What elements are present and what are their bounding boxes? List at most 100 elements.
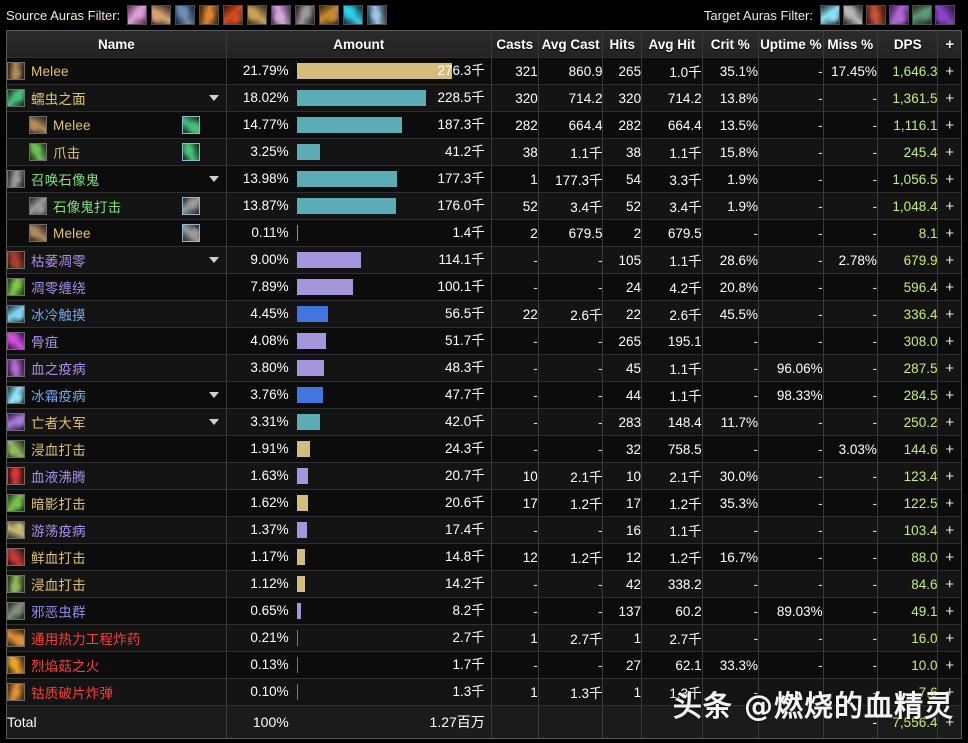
table-row[interactable]: 浸血打击 1.12% 14.2千 - -42 338.2- - -84.6 +: [7, 570, 961, 598]
aura-icon-cyan-claw[interactable]: [343, 5, 364, 25]
expand-plus-button[interactable]: +: [937, 624, 961, 652]
cell-name[interactable]: 烈焰菇之火: [7, 651, 227, 679]
table-row[interactable]: Melee 0.11% 1.4千 2 679.5 2 679.5- - -8.1 +: [7, 219, 961, 247]
table-row[interactable]: 浸血打击 1.91% 24.3千 - -32 758.5- -3.03% 144.6 +: [7, 435, 961, 463]
aura-icon-dark-armor[interactable]: [295, 5, 316, 25]
cell-name[interactable]: 游荡疫病: [7, 516, 227, 544]
aura-icon-flexed-arm[interactable]: [151, 5, 172, 25]
aura-icon-dark-wings[interactable]: [175, 5, 196, 25]
expand-plus-button[interactable]: +: [937, 462, 961, 490]
table-row[interactable]: 冰霜疫病 3.76% 47.7千 - -44 1.1千 -98.33% -284.5 +: [7, 381, 961, 409]
column-header-casts[interactable]: Casts: [491, 31, 539, 58]
column-header-miss[interactable]: Miss %: [823, 31, 878, 58]
cell-name[interactable]: 石像鬼打击: [7, 192, 227, 220]
chevron-down-icon[interactable]: [208, 257, 219, 263]
expand-plus-button[interactable]: +: [937, 597, 961, 625]
table-row[interactable]: 通用热力工程炸药 0.21% 2.7千 1 2.7千 1 2.7千 - - -16.0 +: [7, 624, 961, 652]
aura-icon-potion-flask[interactable]: [199, 5, 220, 25]
cell-name[interactable]: 召唤石像鬼: [7, 165, 227, 193]
table-row[interactable]: Melee 21.79% 276.3千 321 860.9 265 1.0千 35.1% -17…: [7, 57, 961, 85]
table-row[interactable]: 暗影打击 1.62% 20.6千 17 1.2千 17 1.2千 35.3% - -122.5 +: [7, 489, 961, 517]
table-row[interactable]: 钴质破片炸弹 0.10% 1.3千 1 1.3千 1 1.3千 - - -7.6 +: [7, 678, 961, 706]
chevron-down-icon[interactable]: [208, 176, 219, 182]
aura-icon-blue-wind[interactable]: [367, 5, 388, 25]
chevron-down-icon[interactable]: [208, 419, 219, 425]
table-row[interactable]: 冰冷触摸 4.45% 56.5千 22 2.6千 22 2.6千 45.5% - -336.4 +: [7, 300, 961, 328]
cell-name[interactable]: 枯萎凋零: [7, 246, 227, 274]
column-header-avg_cast[interactable]: Avg Cast: [538, 31, 604, 58]
table-row[interactable]: 鲜血打击 1.17% 14.8千 12 1.2千 12 1.2千 16.7% - -88.0 +: [7, 543, 961, 571]
cell-name[interactable]: 浸血打击: [7, 435, 227, 463]
cell-name[interactable]: 冰霜疫病: [7, 381, 227, 409]
cell-name[interactable]: 暗影打击: [7, 489, 227, 517]
column-header-avg_hit[interactable]: Avg Hit: [641, 31, 703, 58]
expand-plus-button[interactable]: +: [937, 543, 961, 571]
table-row[interactable]: 烈焰菇之火 0.13% 1.7千 - -27 62.1 33.3% - -10.0 +: [7, 651, 961, 679]
expand-plus-button[interactable]: +: [937, 570, 961, 598]
aura-icon-bronze-drum[interactable]: [247, 5, 268, 25]
expand-plus-button[interactable]: +: [937, 192, 961, 220]
table-row[interactable]: 血之疫病 3.80% 48.3千 - -45 1.1千 -96.06% -287.5 +: [7, 354, 961, 382]
column-header-amount[interactable]: Amount: [226, 31, 492, 58]
expand-plus-button[interactable]: +: [937, 408, 961, 436]
table-row[interactable]: 亡者大军 3.31% 42.0千 - -283 148.4 11.7% - -250.2 +: [7, 408, 961, 436]
cell-name[interactable]: 骨疽: [7, 327, 227, 355]
cell-name[interactable]: 凋零缠绕: [7, 273, 227, 301]
aura-icon-purple-arm[interactable]: [889, 5, 909, 25]
cell-name[interactable]: 爪击: [7, 138, 227, 166]
table-row[interactable]: 蠕虫之面 18.02% 228.5千 320 714.2 320 714.2 13.8% - -1…: [7, 84, 961, 112]
column-header-crit[interactable]: Crit %: [702, 31, 759, 58]
table-row[interactable]: 凋零缠绕 7.89% 100.1千 - -24 4.2千 20.8% - -596.4 +: [7, 273, 961, 301]
table-row[interactable]: 游荡疫病 1.37% 17.4千 - -16 1.1千 - - -103.4 +: [7, 516, 961, 544]
table-row[interactable]: 邪恶虫群 0.65% 8.2千 - -137 60.2-89.03% -49.1 +: [7, 597, 961, 625]
aura-icon-golden-eye[interactable]: [319, 5, 340, 25]
column-header-plus[interactable]: +: [937, 31, 961, 58]
expand-plus-button[interactable]: +: [937, 165, 961, 193]
chevron-down-icon[interactable]: [208, 392, 219, 398]
cell-name[interactable]: 浸血打击: [7, 570, 227, 598]
expand-plus-button[interactable]: +: [937, 111, 961, 139]
aura-icon-frost-crystal[interactable]: [820, 5, 840, 25]
aura-icon-green-beetle[interactable]: [912, 5, 932, 25]
expand-plus-button[interactable]: +: [937, 516, 961, 544]
expand-plus-button[interactable]: +: [937, 219, 961, 247]
cell-name[interactable]: 通用热力工程炸药: [7, 624, 227, 652]
cell-name[interactable]: 血之疫病: [7, 354, 227, 382]
table-row[interactable]: Melee 14.77% 187.3千 282 664.4 282 664.4 13.5% - -…: [7, 111, 961, 139]
expand-plus-button[interactable]: +: [937, 678, 961, 706]
expand-plus-button[interactable]: +: [937, 138, 961, 166]
cell-name[interactable]: 邪恶虫群: [7, 597, 227, 625]
table-row[interactable]: 骨疽 4.08% 51.7千 - -265 195.1- - -308.0 +: [7, 327, 961, 355]
column-header-uptime[interactable]: Uptime %: [758, 31, 824, 58]
total-expand-plus-button[interactable]: +: [937, 705, 961, 738]
expand-plus-button[interactable]: +: [937, 354, 961, 382]
aura-icon-grey-hook[interactable]: [843, 5, 863, 25]
expand-plus-button[interactable]: +: [937, 327, 961, 355]
cell-name[interactable]: 蠕虫之面: [7, 84, 227, 112]
expand-plus-button[interactable]: +: [937, 300, 961, 328]
expand-plus-button[interactable]: +: [937, 57, 961, 85]
expand-plus-button[interactable]: +: [937, 381, 961, 409]
expand-plus-button[interactable]: +: [937, 84, 961, 112]
table-row[interactable]: 血液沸腾 1.63% 20.7千 10 2.1千 10 2.1千 30.0% - -123.4 +: [7, 462, 961, 490]
cell-name[interactable]: Melee: [7, 219, 227, 247]
column-header-dps[interactable]: DPS: [877, 31, 939, 58]
expand-plus-button[interactable]: +: [937, 651, 961, 679]
column-header-hits[interactable]: Hits: [602, 31, 643, 58]
aura-icon-amber-orb[interactable]: [271, 5, 292, 25]
column-header-name[interactable]: Name: [7, 31, 227, 58]
cell-name[interactable]: 鲜血打击: [7, 543, 227, 571]
cell-name[interactable]: Melee: [7, 111, 227, 139]
cell-name[interactable]: 亡者大军: [7, 408, 227, 436]
expand-plus-button[interactable]: +: [937, 435, 961, 463]
chevron-down-icon[interactable]: [208, 95, 219, 101]
expand-plus-button[interactable]: +: [937, 489, 961, 517]
aura-icon-red-rune[interactable]: [223, 5, 244, 25]
cell-name[interactable]: Melee: [7, 57, 227, 85]
aura-icon-crossed-blades[interactable]: [127, 5, 148, 25]
table-row[interactable]: 爪击 3.25% 41.2千 38 1.1千 38 1.1千 15.8% - -245.4 +: [7, 138, 961, 166]
table-row[interactable]: 石像鬼打击 13.87% 176.0千 52 3.4千 52 3.4千 1.9% - -1,048…: [7, 192, 961, 220]
expand-plus-button[interactable]: +: [937, 246, 961, 274]
cell-name[interactable]: 冰冷触摸: [7, 300, 227, 328]
expand-plus-button[interactable]: +: [937, 273, 961, 301]
